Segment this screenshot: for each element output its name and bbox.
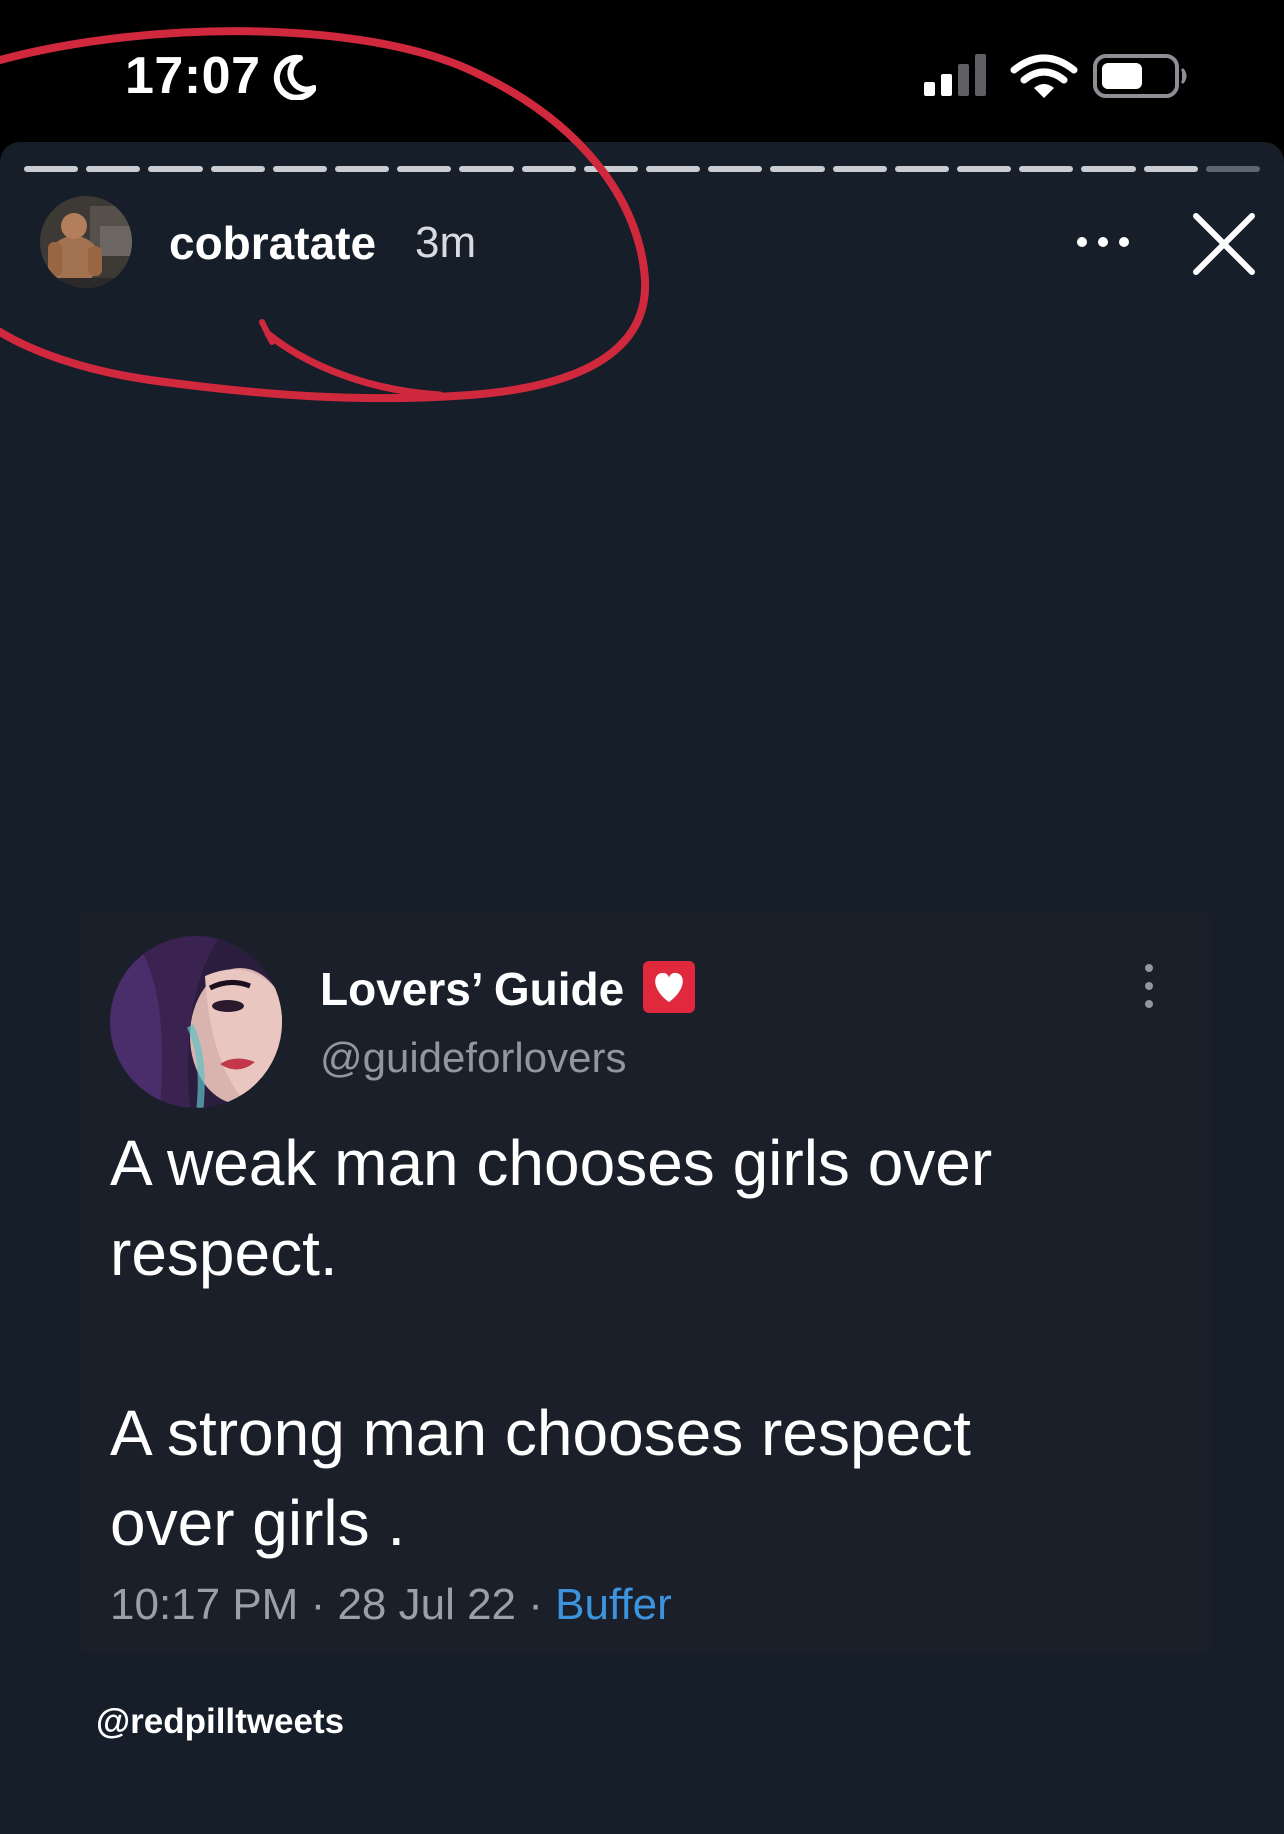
- progress-segment: [1019, 166, 1074, 172]
- wifi-icon: [1010, 54, 1078, 98]
- progress-segment: [646, 166, 701, 172]
- moon-icon: [273, 54, 316, 100]
- story-progress-bar: [24, 166, 1261, 172]
- progress-segment: [335, 166, 390, 172]
- progress-segment: [832, 166, 887, 172]
- progress-segment: [1081, 166, 1136, 172]
- tweet-avatar-art: [110, 936, 282, 1108]
- progress-segment: [521, 166, 576, 172]
- tweet-date: 28 Jul 22: [337, 1580, 517, 1629]
- story-timestamp: 3m: [415, 218, 477, 267]
- signal-icon: [924, 54, 986, 96]
- progress-segment: [86, 166, 141, 172]
- avatar-photo: [40, 196, 132, 288]
- progress-segment: [24, 166, 79, 172]
- tweet-avatar: [110, 936, 282, 1108]
- tweet-line-break: [110, 1298, 1130, 1388]
- progress-segment: [957, 166, 1012, 172]
- tweet-time: 10:17 PM: [110, 1580, 299, 1629]
- progress-segment: [210, 166, 265, 172]
- tweet-handle: @guideforlovers: [320, 1034, 627, 1081]
- close-icon[interactable]: [1190, 210, 1258, 278]
- progress-segment: [459, 166, 514, 172]
- watermark-handle: @redpilltweets: [96, 1702, 345, 1741]
- tweet-line: A strong man chooses respect: [110, 1397, 971, 1469]
- progress-segment: [770, 166, 825, 172]
- story-username[interactable]: cobratate: [169, 216, 376, 270]
- vertical-dots-icon: [1145, 964, 1153, 1008]
- tweet-display-name: Lovers’ Guide: [320, 963, 625, 1015]
- progress-segment: [894, 166, 950, 172]
- progress-segment: [1205, 166, 1261, 172]
- tweet-meta: 10:17 PM · 28 Jul 22 · Buffer: [110, 1580, 672, 1630]
- story-avatar[interactable]: [40, 196, 132, 288]
- tweet-line: respect.: [110, 1217, 338, 1289]
- tweet-line: over girls .: [110, 1487, 406, 1559]
- status-bar: 17:07: [0, 0, 1284, 142]
- progress-segment: [272, 166, 328, 172]
- meta-separator: ·: [516, 1580, 556, 1629]
- tweet-line: A weak man chooses girls over: [110, 1127, 993, 1199]
- tweet-text: A weak man chooses girls over respect. A…: [110, 1118, 1130, 1568]
- progress-segment: [148, 166, 203, 172]
- status-time: 17:07: [125, 47, 261, 105]
- progress-segment: [583, 166, 639, 172]
- progress-segment: [397, 166, 452, 172]
- tweet-source-link: Buffer: [555, 1580, 672, 1629]
- progress-segment: [708, 166, 763, 172]
- meta-separator: ·: [298, 1580, 338, 1629]
- heart-icon: [643, 961, 695, 1013]
- battery-icon: [1093, 54, 1187, 98]
- progress-segment: [1143, 166, 1198, 172]
- more-icon[interactable]: [1072, 218, 1134, 264]
